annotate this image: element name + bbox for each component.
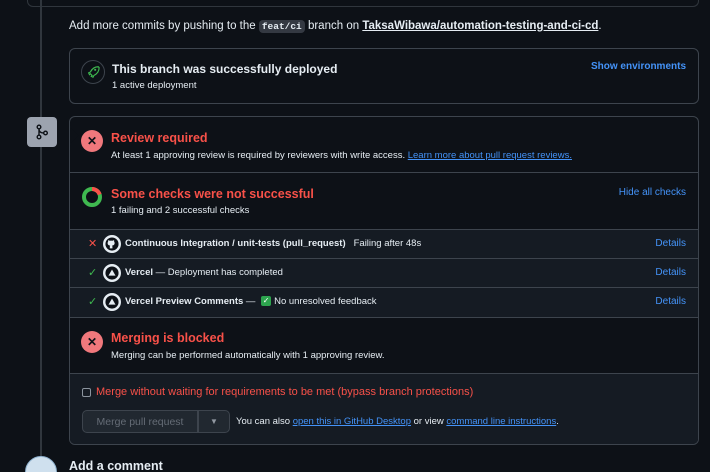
vercel-check-name: Vercel [125,267,153,278]
checks-section: Some checks were not successful 1 failin… [70,173,698,229]
review-title: Review required [111,131,208,145]
merge-status-box: ✕ Review required At least 1 approving r… [69,116,699,445]
checks-list: ✕ Continuous Integration / unit-tests (p… [70,229,698,317]
merge-pull-request-button[interactable]: Merge pull request [82,410,198,433]
also-suffix: . [556,416,559,427]
checks-status-ring-icon [81,186,103,208]
vercel-logo-icon [103,293,121,311]
hint-prefix: Add more commits by pushing to the [69,20,259,32]
check-row-ci[interactable]: ✕ Continuous Integration / unit-tests (p… [70,230,698,259]
vercel-check-detail: — Deployment has completed [153,267,283,278]
check-row-vercel-preview[interactable]: ✓ Vercel Preview Comments — ✓ No unresolv… [70,288,698,317]
timeline-line [40,0,42,472]
also-prefix: You can also [236,416,293,427]
review-description-text: At least 1 approving review is required … [111,150,406,161]
deployment-subtitle: 1 active deployment [112,80,197,91]
review-x-icon: ✕ [81,130,103,152]
alternate-options-text: You can also open this in GitHub Desktop… [236,416,559,427]
check-row-vercel[interactable]: ✓ Vercel — Deployment has completed Deta… [70,259,698,288]
ci-check-detail: Failing after 48s [353,238,422,249]
vercel-preview-check-name: Vercel Preview Comments [125,296,244,307]
green-checkbox-icon: ✓ [261,296,272,307]
blocked-x-icon: ✕ [81,331,103,353]
command-line-link[interactable]: command line instructions [446,416,556,427]
deployment-box: This branch was successfully deployed 1 … [69,48,699,104]
blocked-title: Merging is blocked [111,331,225,345]
merge-actions: Merge without waiting for requirements t… [70,373,698,444]
add-comment-heading: Add a comment [69,459,163,472]
check-name-ci: Continuous Integration / unit-tests (pul… [125,238,421,249]
check-name-vercel-preview: Vercel Preview Comments — ✓ No unresolved… [125,296,377,307]
success-check-icon: ✓ [88,267,98,279]
merge-options-dropdown[interactable]: ▼ [198,410,230,433]
or-view-text: or view [411,416,447,427]
branch-name: feat/ci [258,20,305,33]
repo-link[interactable]: TaksaWibawa/automation-testing-and-ci-cd [362,20,598,32]
bypass-checkbox-label[interactable]: Merge without waiting for requirements t… [82,386,473,398]
git-merge-icon [27,117,57,147]
github-logo-icon [103,235,121,253]
deployment-title: This branch was successfully deployed [112,62,338,76]
details-link-vercel[interactable]: Details [655,267,686,278]
check-name-vercel: Vercel — Deployment has completed [125,267,283,278]
checks-subtitle: 1 failing and 2 successful checks [111,205,250,216]
details-link-ci[interactable]: Details [655,238,686,249]
review-section: ✕ Review required At least 1 approving r… [70,117,698,173]
checks-title: Some checks were not successful [111,187,314,201]
avatar[interactable] [25,456,57,472]
hint-suffix: . [598,20,602,32]
bypass-label-text: Merge without waiting for requirements t… [96,386,474,398]
success-check-icon: ✓ [88,296,98,308]
ci-check-name: Continuous Integration / unit-tests (pul… [125,238,346,249]
caret-down-icon: ▼ [210,417,218,426]
learn-more-reviews-link[interactable]: Learn more about pull request reviews. [408,150,572,161]
previous-box-edge [27,0,699,7]
vercel-preview-check-detail: No unresolved feedback [274,296,377,307]
hide-all-checks-link[interactable]: Hide all checks [619,187,686,198]
blocked-section: ✕ Merging is blocked Merging can be perf… [70,317,698,373]
show-environments-link[interactable]: Show environments [591,61,686,72]
github-desktop-link[interactable]: open this in GitHub Desktop [293,416,411,427]
hint-middle: branch on [304,20,363,32]
vercel-preview-dash: — [243,296,259,307]
rocket-icon [81,60,105,84]
details-link-vercel-preview[interactable]: Details [655,296,686,307]
push-hint: Add more commits by pushing to the feat/… [69,20,602,33]
blocked-subtitle: Merging can be performed automatically w… [111,350,385,361]
bypass-checkbox[interactable] [82,387,91,397]
fail-x-icon: ✕ [88,238,98,250]
vercel-logo-icon [103,264,121,282]
review-description: At least 1 approving review is required … [111,150,572,161]
